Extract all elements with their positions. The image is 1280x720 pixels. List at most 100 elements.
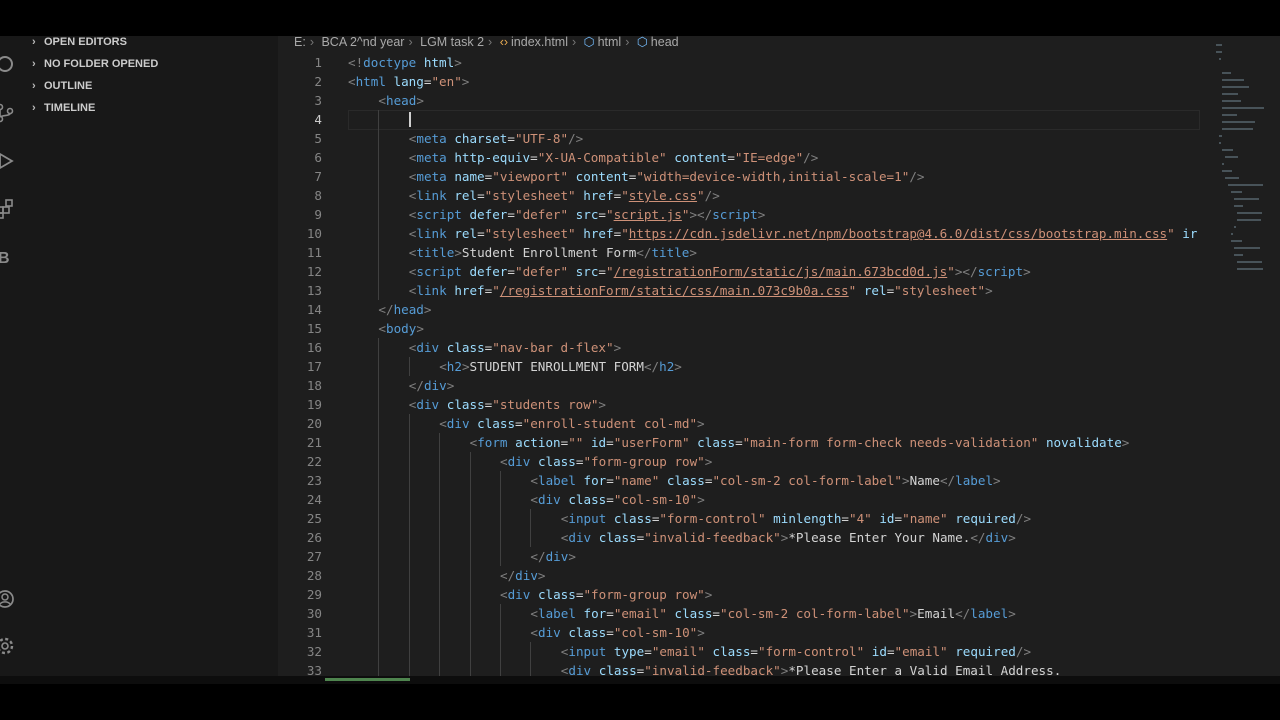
- code-token: src: [575, 264, 599, 279]
- code-line[interactable]: 12 <script defer="defer" src="/registrati…: [278, 262, 1200, 281]
- indent-guide: [530, 509, 532, 528]
- code-line[interactable]: 27 </div>: [278, 547, 1200, 566]
- code-line[interactable]: 18 </div>: [278, 376, 1200, 395]
- indent-guide: [378, 414, 380, 433]
- minimap-line: [1219, 135, 1222, 137]
- code-token: >: [1121, 435, 1130, 450]
- section-open-editors[interactable]: › OPEN EDITORS: [32, 36, 127, 51]
- breadcrumb-symbol[interactable]: head: [651, 36, 679, 49]
- code-line[interactable]: 33 <div class="invalid-feedback">*Please …: [278, 661, 1200, 676]
- code-token: https://cdn.jsdelivr.net/npm/bootstrap@4…: [628, 226, 1168, 241]
- line-number: 29: [306, 587, 322, 602]
- minimap-line: [1228, 184, 1263, 186]
- code-token: id: [871, 644, 887, 659]
- code-token: div: [985, 530, 1009, 545]
- indent-guide: [378, 395, 380, 414]
- code-line[interactable]: 10 <link rel="stylesheet" href="https://c…: [278, 224, 1200, 243]
- minimap-line: [1237, 212, 1262, 214]
- code-line[interactable]: 25 <input class="form-control" minlength=…: [278, 509, 1200, 528]
- settings-gear-icon[interactable]: [0, 635, 16, 657]
- code-token: =: [477, 188, 485, 203]
- code-line[interactable]: 19 <div class="students row">: [278, 395, 1200, 414]
- code-line[interactable]: 13 <link href="/registrationForm/static/c…: [278, 281, 1200, 300]
- bootstrap-icon[interactable]: B: [0, 246, 16, 268]
- indent-guide: [378, 528, 380, 547]
- section-label: OUTLINE: [44, 80, 93, 92]
- code-line[interactable]: 16 <div class="nav-bar d-flex">: [278, 338, 1200, 357]
- line-number: 30: [306, 606, 322, 621]
- source-control-icon[interactable]: [0, 102, 16, 124]
- code-line[interactable]: 2 <html lang="en">: [278, 72, 1200, 91]
- code-token: "X-UA-Compatible": [537, 150, 667, 165]
- minimap-line: [1222, 79, 1244, 81]
- status-bar: [0, 676, 1280, 684]
- code-line[interactable]: 20 <div class="enroll-student col-md">: [278, 414, 1200, 433]
- code-editor[interactable]: E: › BCA 2^nd year › LGM task 2 › ‹› index.h…: [278, 36, 1280, 676]
- code-line[interactable]: 1 <!doctype html>: [278, 53, 1200, 72]
- section-timeline[interactable]: › TIMELINE: [32, 99, 95, 117]
- breadcrumb-file[interactable]: index.html: [511, 36, 568, 49]
- code-token: <: [500, 454, 508, 469]
- code-token: script: [712, 207, 758, 222]
- breadcrumb-folder[interactable]: LGM task 2: [420, 36, 484, 49]
- code-token: >: [704, 587, 713, 602]
- code-line[interactable]: 3 <head>: [278, 91, 1200, 110]
- code-line[interactable]: 31 <div class="col-sm-10">: [278, 623, 1200, 642]
- code-line[interactable]: 8 <link rel="stylesheet" href="style.css"…: [278, 186, 1200, 205]
- code-line[interactable]: 24 <div class="col-sm-10">: [278, 490, 1200, 509]
- indent-guide: [378, 205, 380, 224]
- minimap-line: [1231, 191, 1243, 193]
- code-token: class: [666, 473, 705, 488]
- account-icon[interactable]: [0, 588, 16, 610]
- files-icon[interactable]: [0, 53, 16, 75]
- section-no-folder-opened[interactable]: › NO FOLDER OPENED: [32, 55, 158, 73]
- code-text: <html lang="en">: [348, 72, 469, 91]
- code-text: </div>: [500, 566, 546, 585]
- code-line[interactable]: 30 <label for="email" class="col-sm-2 col…: [278, 604, 1200, 623]
- code-token: />: [909, 169, 925, 184]
- line-number: 11: [306, 245, 322, 260]
- code-line[interactable]: 11 <title>Student Enrollment Form</title>: [278, 243, 1200, 262]
- minimap[interactable]: [1210, 44, 1280, 284]
- indent-guide: [439, 490, 441, 509]
- code-line[interactable]: 17 <h2>STUDENT ENROLLMENT FORM</h2>: [278, 357, 1200, 376]
- indent-guide: [439, 547, 441, 566]
- code-line[interactable]: 22 <div class="form-group row">: [278, 452, 1200, 471]
- chevron-right-icon: ›: [32, 58, 36, 70]
- code-line[interactable]: 29 <div class="form-group row">: [278, 585, 1200, 604]
- code-line[interactable]: 5 <meta charset="UTF-8"/>: [278, 129, 1200, 148]
- code-line[interactable]: 15 <body>: [278, 319, 1200, 338]
- code-line[interactable]: 7 <meta name="viewport" content="width=de…: [278, 167, 1200, 186]
- code-token: input: [568, 644, 614, 659]
- code-line[interactable]: 9 <script defer="defer" src="script.js"><…: [278, 205, 1200, 224]
- code-line[interactable]: 28 </div>: [278, 566, 1200, 585]
- code-line[interactable]: 4: [278, 110, 1200, 130]
- code-token: >: [697, 625, 705, 640]
- breadcrumb-folder[interactable]: BCA 2^nd year: [321, 36, 404, 49]
- extensions-icon[interactable]: [0, 198, 16, 220]
- indent-guide: [378, 110, 380, 129]
- code-token: src: [575, 207, 599, 222]
- breadcrumb-drive[interactable]: E:: [294, 36, 306, 49]
- code-token: class: [446, 397, 485, 412]
- breadcrumb-symbol[interactable]: html: [598, 36, 622, 49]
- code-line[interactable]: 21 <form action="" id="userForm" class="m…: [278, 433, 1200, 452]
- code-token: =: [712, 606, 721, 621]
- run-debug-icon[interactable]: [0, 150, 16, 172]
- indent-guide: [500, 509, 501, 528]
- code-token: ": [606, 264, 614, 279]
- indent-guide: [469, 642, 471, 661]
- code-line[interactable]: 32 <input type="email" class="form-contro…: [278, 642, 1200, 661]
- section-outline[interactable]: › OUTLINE: [32, 77, 92, 95]
- line-number: 26: [306, 530, 322, 545]
- code-line[interactable]: 14 </head>: [278, 300, 1200, 319]
- code-token: "enroll-student col-md": [522, 416, 698, 431]
- code-line[interactable]: 26 <div class="invalid-feedback">*Please …: [278, 528, 1200, 547]
- code-line[interactable]: 6 <meta http-equiv="X-UA-Compatible" cont…: [278, 148, 1200, 167]
- code-token: ": [621, 226, 629, 241]
- code-token: />: [704, 188, 720, 203]
- code-area[interactable]: 1 <!doctype html> 2 <html lang="en"> 3 <head>…: [278, 53, 1200, 676]
- code-line[interactable]: 23 <label for="name" class="col-sm-2 col-…: [278, 471, 1200, 490]
- line-number: 23: [306, 473, 322, 488]
